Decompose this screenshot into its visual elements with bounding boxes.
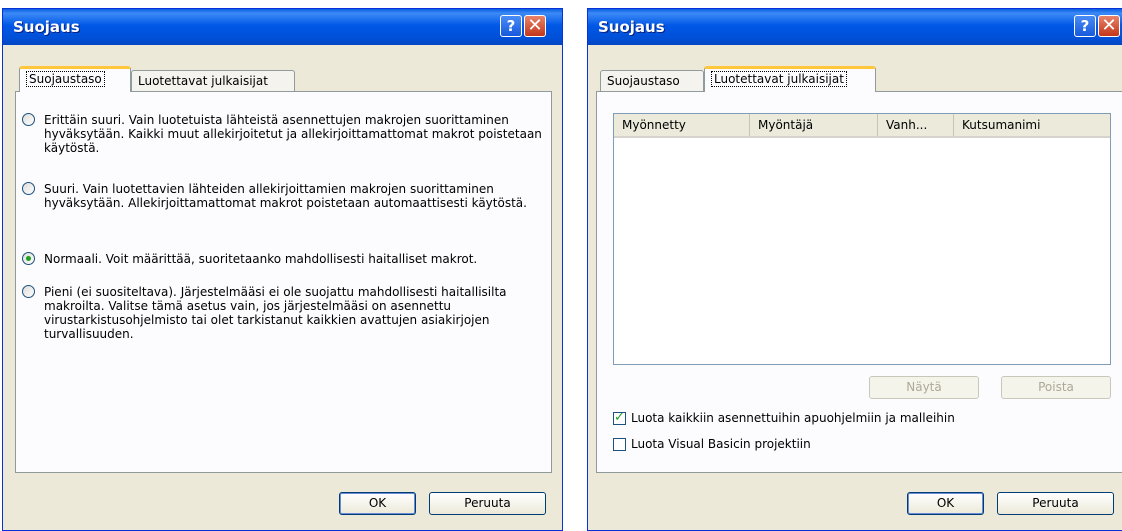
radio-button[interactable]: [22, 182, 35, 195]
question-mark-icon: ?: [506, 17, 516, 35]
ok-button[interactable]: OK: [339, 492, 416, 515]
tab-label: Suojaustaso: [607, 74, 680, 88]
close-icon: ✕: [527, 15, 543, 36]
radio-button[interactable]: [22, 285, 35, 298]
option-medium[interactable]: Normaali. Voit määrittää, suoritetaanko …: [22, 252, 544, 266]
remove-button[interactable]: Poista: [1001, 376, 1111, 399]
column-header-issued-to[interactable]: Myönnetty: [614, 114, 750, 136]
option-label: Erittäin suuri. Vain luotetuista lähteis…: [44, 113, 542, 155]
radio-button[interactable]: [22, 113, 35, 126]
list-header: Myönnetty Myöntäjä Vanh... Kutsumanimi: [614, 114, 1110, 138]
ok-button[interactable]: OK: [907, 492, 984, 515]
tab-security-level[interactable]: Suojaustaso: [19, 66, 131, 92]
trust-vba-label: Luota Visual Basicin projektiin: [631, 437, 811, 451]
trust-vba-checkbox[interactable]: [613, 438, 626, 451]
tab-trusted-publishers[interactable]: Luotettavat julkaisijat: [131, 70, 295, 91]
tab-trusted-publishers[interactable]: Luotettavat julkaisijat: [704, 66, 876, 92]
column-header-friendly-name[interactable]: Kutsumanimi: [954, 114, 1112, 136]
help-button[interactable]: ?: [1074, 15, 1096, 37]
radio-button-selected[interactable]: [22, 252, 35, 265]
close-button[interactable]: ✕: [524, 15, 546, 37]
security-dialog-security-level: Suojaus ? ✕ Suojaustaso Luotettavat julk…: [2, 8, 563, 531]
tab-panel: Erittäin suuri. Vain luotetuista lähteis…: [15, 91, 552, 473]
trust-addins-checkbox[interactable]: [613, 410, 626, 425]
trust-addins-label: Luota kaikkiin asennettuihin apuohjelmii…: [631, 411, 955, 425]
cancel-button[interactable]: Peruuta: [429, 492, 546, 515]
option-high[interactable]: Suuri. Vain luotettavien lähteiden allek…: [22, 182, 544, 210]
close-button[interactable]: ✕: [1098, 15, 1120, 37]
tab-label: Luotettavat julkaisijat: [138, 74, 268, 88]
view-button[interactable]: Näytä: [869, 376, 979, 399]
option-label: Suuri. Vain luotettavien lähteiden allek…: [44, 182, 527, 210]
dialog-title: Suojaus: [598, 18, 665, 36]
tab-panel: Myönnetty Myöntäjä Vanh... Kutsumanimi N…: [596, 91, 1122, 473]
title-bar[interactable]: Suojaus ? ✕: [588, 9, 1122, 45]
column-header-expires[interactable]: Vanh...: [878, 114, 954, 136]
column-header-issued-by[interactable]: Myöntäjä: [750, 114, 878, 136]
tab-security-level[interactable]: Suojaustaso: [600, 70, 704, 91]
close-icon: ✕: [1101, 15, 1117, 36]
help-button[interactable]: ?: [500, 15, 522, 37]
tab-label: Suojaustaso: [26, 71, 105, 87]
option-low[interactable]: Pieni (ei suositeltava). Järjestelmääsi …: [22, 285, 544, 341]
tab-label: Luotettavat julkaisijat: [711, 71, 847, 87]
security-dialog-trusted-publishers: Suojaus ? ✕ Suojaustaso Luotettavat julk…: [587, 8, 1122, 531]
publishers-list[interactable]: Myönnetty Myöntäjä Vanh... Kutsumanimi: [613, 113, 1111, 365]
option-very-high[interactable]: Erittäin suuri. Vain luotetuista lähteis…: [22, 113, 544, 155]
title-bar[interactable]: Suojaus ? ✕: [3, 9, 562, 45]
dialog-title: Suojaus: [13, 18, 80, 36]
option-label: Normaali. Voit määrittää, suoritetaanko …: [44, 252, 478, 266]
cancel-button[interactable]: Peruuta: [997, 492, 1114, 515]
question-mark-icon: ?: [1080, 17, 1090, 35]
option-label: Pieni (ei suositeltava). Järjestelmääsi …: [44, 285, 507, 341]
